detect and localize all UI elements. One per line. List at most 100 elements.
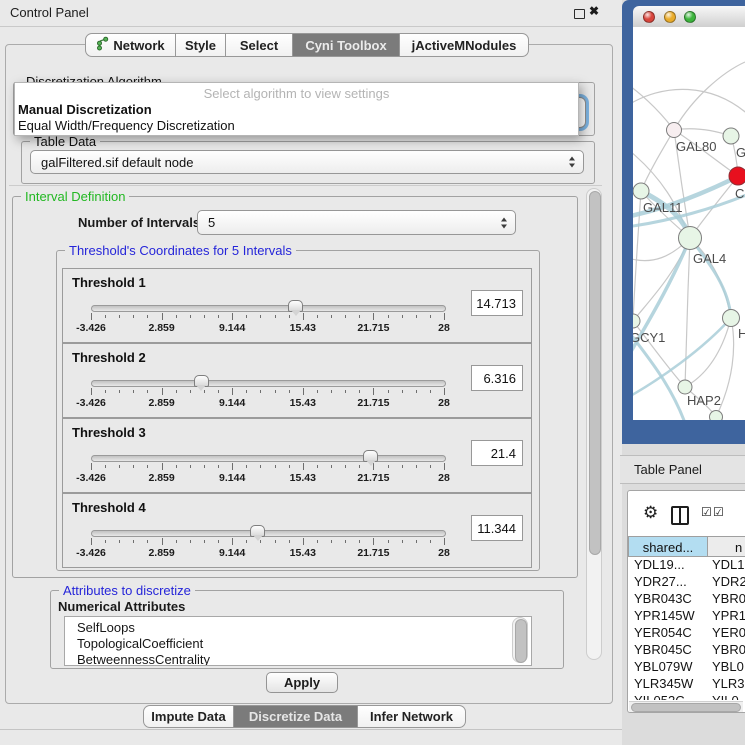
slider-tick [133,390,134,393]
network-edge [641,130,674,191]
cell-name[interactable]: YER0 [712,625,745,640]
tab-style[interactable]: Style [176,33,226,57]
cell-shared-name[interactable]: YBR043C [634,591,692,606]
threshold-slider-track[interactable] [91,305,446,312]
table-row[interactable]: YDL19... YDL1 [629,556,745,573]
cell-shared-name[interactable]: YDL19... [634,557,685,572]
float-window-icon[interactable] [574,9,585,19]
attributes-list-scrollbar-thumb[interactable] [515,619,527,663]
cell-shared-name[interactable]: YBR045C [634,642,692,657]
tab-impute-data[interactable]: Impute Data [143,705,234,728]
threshold-value-field[interactable]: 21.4 [471,440,523,466]
cell-name[interactable]: YDL1 [712,557,745,572]
slider-tick-label: -3.426 [68,322,114,334]
cell-shared-name[interactable]: YBL079W [634,659,693,674]
cell-name[interactable]: YBR0 [712,642,745,657]
dropdown-placeholder-item[interactable]: Select algorithm to view settings [15,86,578,101]
network-canvas[interactable]: GAL80GAL1CGAL11GAL4GCY1HHAP2 [633,27,745,420]
threshold-value-field[interactable]: 14.713 [471,290,523,316]
table-row[interactable]: YIL052C YIL0 [629,692,745,700]
slider-tick [218,315,219,318]
threshold-slider-thumb[interactable] [288,300,303,312]
columns-icon[interactable] [671,506,689,525]
slider-tick-label: 2.859 [139,397,185,409]
tab-cyni-toolbox[interactable]: Cyni Toolbox [293,33,400,57]
numerical-attributes-list[interactable]: SelfLoopsTopologicalCoefficientBetweenne… [64,616,532,666]
cell-shared-name[interactable]: YIL052C [634,693,685,700]
gear-icon[interactable]: ⚙ [643,503,658,523]
attribute-list-item-betweennesscentrality[interactable]: BetweennessCentrality [77,652,210,666]
threshold-value-field[interactable]: 6.316 [471,365,523,391]
dropdown-option-manual-discretization[interactable]: Manual Discretization [18,102,152,117]
panel-vertical-scrollbar[interactable] [586,188,602,660]
minimize-light[interactable] [664,11,676,23]
table-row[interactable]: YLR345W YLR3 [629,675,745,692]
panel-vertical-scrollbar-thumb[interactable] [589,191,601,555]
tab-select[interactable]: Select [226,33,293,57]
network-node-gal80[interactable] [667,123,682,138]
checkbox-icon[interactable]: ☑ [713,505,724,519]
table-row[interactable]: YBR045C YBR0 [629,641,745,658]
number-of-intervals-combobox[interactable]: 5 [197,210,516,235]
threshold-slider-track[interactable] [91,530,446,537]
threshold-slider-thumb[interactable] [194,375,209,387]
table-horizontal-scrollbar-thumb[interactable] [631,703,741,712]
threshold-slider-track[interactable] [91,455,446,462]
table-data-combobox[interactable]: galFiltered.sif default node [30,150,584,174]
network-node[interactable] [710,411,723,421]
numerical-attributes-label: Numerical Attributes [58,599,185,614]
slider-tick [388,540,389,543]
threshold-label: Threshold 2 [72,350,146,365]
cell-name[interactable]: YBL0 [712,659,744,674]
table-horizontal-scrollbar[interactable] [629,701,743,712]
network-node-gcy1[interactable] [633,314,640,328]
network-node-hap2[interactable] [678,380,692,394]
close-light[interactable] [643,11,655,23]
network-node-h[interactable] [723,310,740,327]
tab-label: Network [113,38,164,53]
slider-tick [204,540,205,543]
slider-tick [430,315,431,318]
cell-shared-name[interactable]: YER054C [634,625,692,640]
cell-shared-name[interactable]: YLR345W [634,676,693,691]
threshold-slider-track[interactable] [91,380,446,387]
tab-jactivemnodules[interactable]: jActiveMNodules [400,33,529,57]
tab-infer-network[interactable]: Infer Network [358,705,466,728]
slider-tick [133,315,134,318]
dropdown-option-equal-width[interactable]: Equal Width/Frequency Discretization [18,118,235,133]
network-node-gal1[interactable] [723,128,739,144]
zoom-light[interactable] [684,11,696,23]
cell-shared-name[interactable]: YPR145W [634,608,695,623]
apply-button[interactable]: Apply [266,672,338,693]
attribute-list-item-selfloops[interactable]: SelfLoops [77,620,135,635]
table-row[interactable]: YBL079W YBL0 [629,658,745,675]
column-header-name[interactable]: n [707,536,745,557]
network-node-gal4[interactable] [679,227,702,250]
threshold-slider-thumb[interactable] [250,525,265,537]
close-icon[interactable]: ✖ [589,4,599,18]
table-row[interactable]: YPR145W YPR1 [629,607,745,624]
network-node-c[interactable] [729,167,745,185]
attributes-list-scrollbar[interactable] [512,617,528,663]
cell-name[interactable]: YBR0 [712,591,745,606]
cell-shared-name[interactable]: YDR27... [634,574,687,589]
slider-tick [359,540,360,543]
network-window-titlebar[interactable] [633,6,745,28]
attribute-list-item-topologicalcoefficient[interactable]: TopologicalCoefficient [77,636,203,651]
column-header-shared-name[interactable]: shared... [628,536,708,557]
threshold-value-field[interactable]: 11.344 [471,515,523,541]
network-edge [674,129,731,136]
table-row[interactable]: YBR043C YBR0 [629,590,745,607]
tab-discretize-data[interactable]: Discretize Data [234,705,358,728]
cell-name[interactable]: YDR2 [712,574,745,589]
network-node-gal11[interactable] [633,183,649,199]
cell-name[interactable]: YPR1 [712,608,745,623]
slider-tick [331,465,332,468]
threshold-slider-thumb[interactable] [363,450,378,462]
cell-name[interactable]: YLR3 [712,676,745,691]
cell-name[interactable]: YIL0 [712,693,739,700]
table-row[interactable]: YDR27... YDR2 [629,573,745,590]
checkbox-icon[interactable]: ☑ [701,505,712,519]
table-row[interactable]: YER054C YER0 [629,624,745,641]
tab-network[interactable]: Network [85,33,176,57]
